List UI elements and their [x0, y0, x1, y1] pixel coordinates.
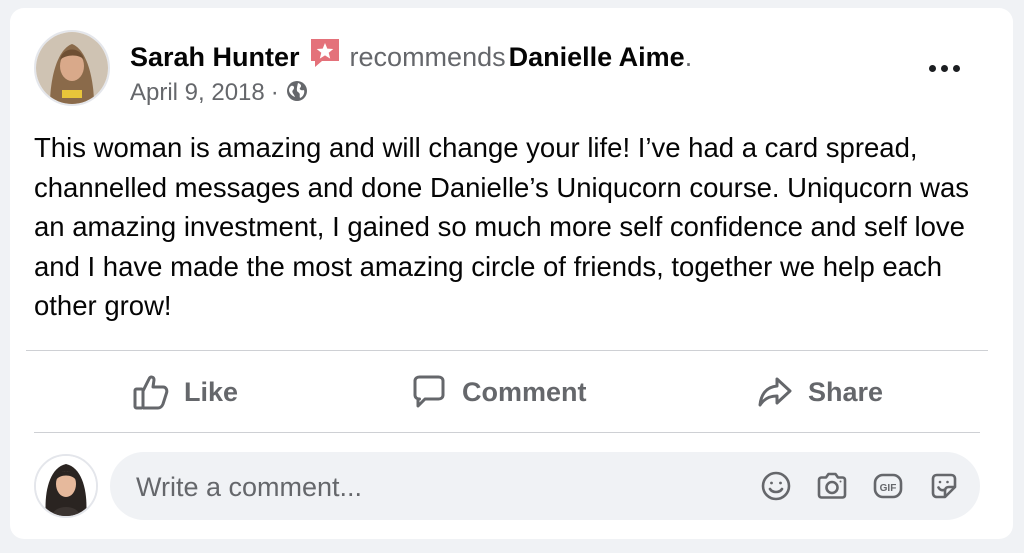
comment-input[interactable]	[134, 452, 738, 522]
period-text: .	[684, 42, 693, 72]
page-name[interactable]: Danielle Aime	[509, 42, 685, 72]
current-user-avatar[interactable]	[34, 454, 98, 518]
post-body: This woman is amazing and will change yo…	[34, 132, 970, 321]
post-header: Sarah Hunter recommends Danielle Aime.	[130, 36, 692, 78]
more-options-button[interactable]	[918, 50, 970, 86]
gif-icon[interactable]: GIF	[872, 470, 904, 502]
comment-composer: GIF	[110, 452, 980, 522]
comment-icon	[413, 375, 445, 408]
post-meta: April 9, 2018 ·	[130, 78, 309, 111]
share-icon	[758, 377, 792, 407]
post-date[interactable]: April 9, 2018	[130, 79, 265, 106]
comment-label: Comment	[462, 376, 587, 407]
dot	[940, 64, 948, 72]
thumbs-up-icon	[133, 375, 169, 410]
like-button[interactable]: Like	[132, 364, 238, 420]
emoji-icon[interactable]	[760, 470, 792, 502]
recommend-star-icon	[308, 36, 342, 78]
share-button[interactable]: Share	[756, 364, 883, 420]
svg-text:GIF: GIF	[880, 483, 897, 494]
recommends-text: recommends	[349, 42, 506, 72]
camera-icon[interactable]	[816, 470, 848, 502]
globe-icon	[285, 79, 309, 111]
like-label: Like	[184, 376, 239, 407]
dot	[928, 64, 936, 72]
author-name[interactable]: Sarah Hunter	[130, 42, 300, 72]
share-label: Share	[808, 376, 884, 407]
author-avatar[interactable]	[34, 30, 110, 106]
meta-separator: ·	[270, 79, 279, 106]
dot	[952, 64, 960, 72]
divider	[26, 350, 988, 351]
divider	[34, 432, 980, 433]
comment-button[interactable]: Comment	[410, 364, 587, 420]
sticker-icon[interactable]	[928, 470, 960, 502]
